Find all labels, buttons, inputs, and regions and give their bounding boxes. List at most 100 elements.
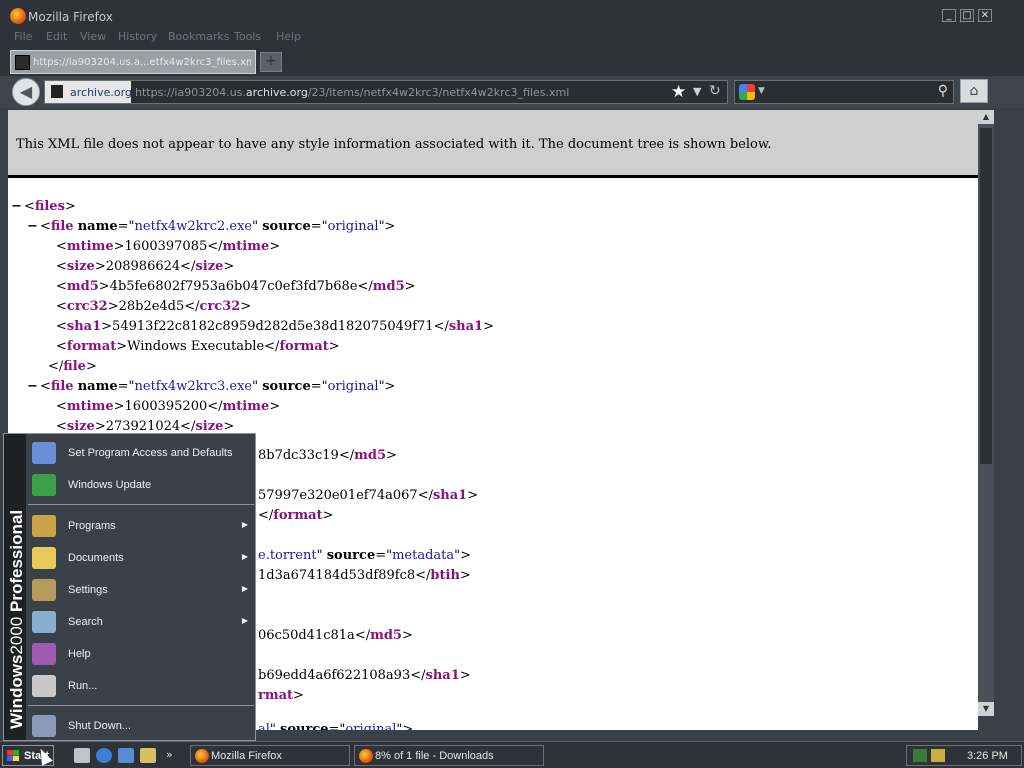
start-menu-item-label: Run...: [68, 680, 98, 692]
task-firefox[interactable]: Mozilla Firefox: [190, 745, 350, 766]
menubar: File Edit View History Bookmarks Tools H…: [0, 28, 1024, 46]
start-menu-separator: [28, 705, 254, 706]
close-button[interactable]: ✕: [978, 9, 992, 22]
new-tab-button[interactable]: +: [260, 52, 282, 72]
sm-windows-update[interactable]: Windows Update: [28, 470, 254, 500]
volume-tray-icon[interactable]: [931, 749, 945, 762]
url-text: https://ia903204.us.archive.org/23/items…: [135, 86, 569, 99]
xml-line: <mtime>1600397085</mtime>: [56, 239, 281, 254]
search-icon: [32, 611, 56, 633]
outlook-express-icon[interactable]: [118, 748, 134, 763]
help-book-icon: [32, 643, 56, 665]
xml-line-fragment: b69edd4a6f622108a93</sha1>: [258, 668, 471, 683]
reload-icon[interactable]: ↻: [709, 83, 721, 99]
sm-set-program-access[interactable]: Set Program Access and Defaults: [28, 438, 254, 468]
search-engine-dropdown-icon[interactable]: ▼: [758, 86, 765, 96]
tab-xml-file[interactable]: https://ia903204.us.a...etfx4w2krc3_file…: [10, 50, 256, 74]
folder-icon: [32, 547, 56, 569]
start-menu-separator: [28, 504, 254, 505]
start-menu-item-label: Documents: [68, 552, 124, 564]
banner-edition: Professional: [7, 509, 26, 612]
xml-line: </file>: [48, 359, 97, 374]
url-path: /23/items/netfx4w2krc3/netfx4w2krc3_file…: [307, 86, 570, 99]
xml-line-fragment: 8b7dc33c19</md5>: [258, 448, 397, 463]
menu-edit[interactable]: Edit: [46, 30, 67, 43]
shutdown-icon: [32, 715, 56, 737]
url-prefix: https://ia903204.us.: [135, 86, 246, 99]
vertical-scrollbar[interactable]: ▲ ▼: [978, 110, 994, 716]
home-button[interactable]: ⌂: [960, 79, 988, 103]
sm-programs[interactable]: Programs ▶: [28, 511, 254, 541]
menu-help[interactable]: Help: [276, 30, 301, 43]
scroll-down-arrow-icon[interactable]: ▼: [978, 702, 994, 716]
xml-line-fragment: 06c50d41c81a</md5>: [258, 628, 413, 643]
scroll-thumb[interactable]: [980, 128, 992, 464]
url-bar[interactable]: archive.org https://ia903204.us.archive.…: [44, 80, 728, 104]
show-desktop-icon[interactable]: [74, 748, 90, 763]
network-tray-icon[interactable]: [913, 749, 927, 762]
start-menu-item-label: Search: [68, 616, 103, 628]
xml-line: <files>: [24, 199, 76, 214]
start-menu-item-label: Settings: [68, 584, 108, 596]
scroll-up-arrow-icon[interactable]: ▲: [978, 110, 994, 124]
minimize-button[interactable]: _: [942, 9, 956, 22]
start-menu: Windows2000 Professional Set Program Acc…: [3, 433, 256, 741]
site-identity-label: archive.org: [70, 86, 132, 99]
magnifier-icon[interactable]: ⚲: [938, 83, 948, 99]
collapse-toggle[interactable]: −: [27, 219, 38, 234]
url-host: archive.org: [245, 86, 308, 99]
xml-line: <size>273921024</size>: [56, 419, 235, 434]
sm-run[interactable]: Run...: [28, 671, 254, 701]
taskbar: Start » Mozilla Firefox 8% of 1 file - D…: [0, 741, 1024, 768]
quicklaunch-more-icon[interactable]: »: [166, 748, 182, 763]
task-downloads[interactable]: 8% of 1 file - Downloads: [354, 745, 544, 766]
back-button[interactable]: ◀: [12, 78, 40, 106]
xml-line-fragment: </format>: [258, 508, 334, 523]
xml-line-fragment: e.torrent" source="metadata">: [258, 548, 472, 563]
sm-help[interactable]: Help: [28, 639, 254, 669]
xml-line: <format>Windows Executable</format>: [56, 339, 340, 354]
system-tray: 3:26 PM: [906, 745, 1022, 766]
menu-file[interactable]: File: [14, 30, 32, 43]
history-dropdown-icon[interactable]: ▼: [693, 85, 701, 98]
clock[interactable]: 3:26 PM: [967, 750, 1008, 762]
menu-tools[interactable]: Tools: [234, 30, 261, 43]
start-menu-item-label: Set Program Access and Defaults: [68, 447, 233, 459]
xml-line: <file name="netfx4w2krc2.exe" source="or…: [40, 219, 396, 234]
programs-icon: [32, 515, 56, 537]
banner-version: 2000: [7, 616, 26, 655]
program-access-icon: [32, 442, 56, 464]
sm-shutdown[interactable]: Shut Down...: [28, 711, 254, 741]
sm-search[interactable]: Search ▶: [28, 607, 254, 637]
xml-line: <sha1>54913f22c8182c8959d282d5e38d182075…: [56, 319, 494, 334]
xml-line: <md5>4b5fe6802f7953a6b047c0ef3fd7b68e</m…: [56, 279, 416, 294]
xml-line: <crc32>28b2e4d5</crc32>: [56, 299, 252, 314]
search-box[interactable]: ▼ ⚲: [734, 80, 954, 104]
google-search-engine-icon[interactable]: [739, 84, 755, 100]
task-firefox-label: Mozilla Firefox: [211, 750, 282, 762]
settings-icon: [32, 579, 56, 601]
collapse-toggle[interactable]: −: [11, 199, 22, 214]
site-identity-badge[interactable]: archive.org: [45, 81, 132, 103]
home-icon: ⌂: [969, 83, 979, 99]
start-menu-item-label: Shut Down...: [68, 720, 131, 732]
window-title: Mozilla Firefox: [28, 10, 113, 24]
firefox-logo-icon: [10, 8, 26, 24]
sm-settings[interactable]: Settings ▶: [28, 575, 254, 605]
menu-history[interactable]: History: [118, 30, 157, 43]
explorer-icon[interactable]: [140, 748, 156, 763]
internet-explorer-icon[interactable]: [96, 748, 112, 763]
run-icon: [32, 675, 56, 697]
tab-label: https://ia903204.us.a...etfx4w2krc3_file…: [33, 57, 251, 68]
tab-strip: https://ia903204.us.a...etfx4w2krc3_file…: [0, 46, 1024, 76]
bookmark-star-icon[interactable]: ★: [671, 82, 686, 102]
sm-documents[interactable]: Documents ▶: [28, 543, 254, 573]
menu-view[interactable]: View: [80, 30, 106, 43]
windows-flag-icon: [7, 750, 19, 761]
maximize-button[interactable]: □: [960, 9, 974, 22]
xml-line-fragment: rmat>: [258, 688, 304, 703]
xml-line: <size>208986624</size>: [56, 259, 235, 274]
menu-bookmarks[interactable]: Bookmarks: [168, 30, 229, 43]
xml-line-fragment: 1d3a674184d53df89fc8</btih>: [258, 568, 471, 583]
collapse-toggle[interactable]: −: [27, 379, 38, 394]
